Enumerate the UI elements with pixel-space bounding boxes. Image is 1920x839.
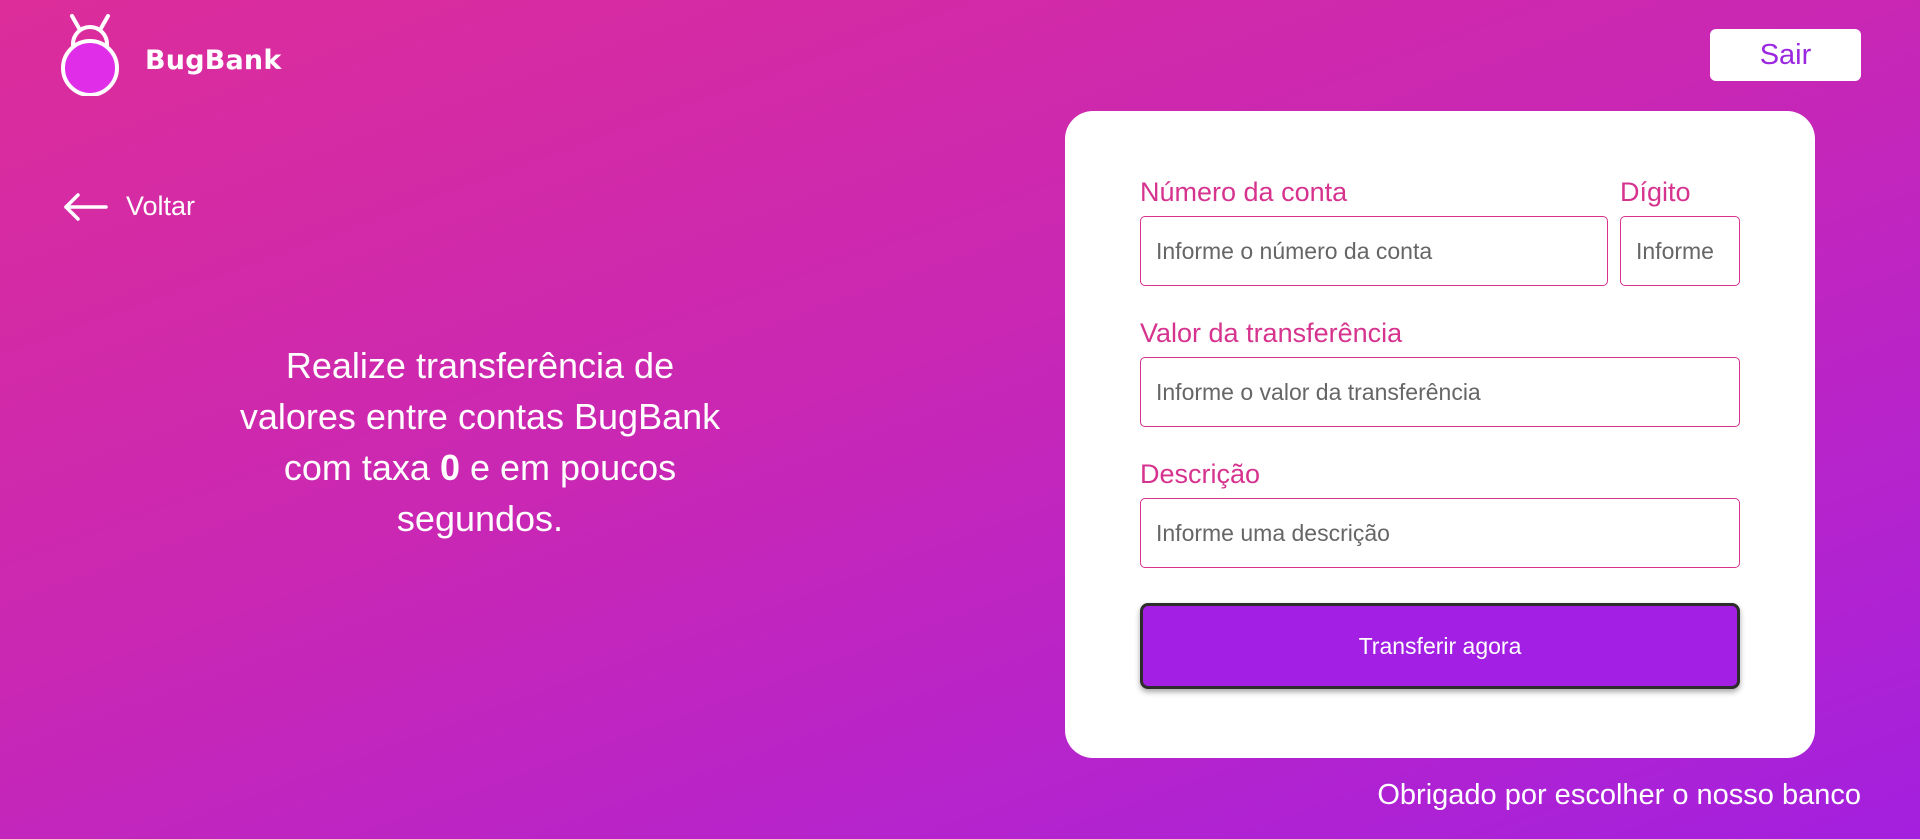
- arrow-left-icon: [64, 192, 108, 221]
- logout-button[interactable]: Sair: [1710, 29, 1861, 81]
- digit-label: Dígito: [1620, 177, 1691, 207]
- footer-text: Obrigado por escolher o nosso banco: [1377, 779, 1861, 811]
- amount-input[interactable]: [1140, 357, 1740, 427]
- account-number-label: Número da conta: [1140, 177, 1348, 207]
- description-label: Descrição: [1140, 459, 1261, 489]
- digit-input[interactable]: [1620, 216, 1740, 286]
- transfer-now-button[interactable]: Transferir agora: [1140, 603, 1740, 689]
- hero-text: Realize transferência de valores entre c…: [230, 340, 730, 544]
- transfer-form-card: Número da conta Dígito Valor da transfer…: [1065, 111, 1815, 758]
- bug-icon: [61, 14, 119, 96]
- amount-label: Valor da transferência: [1140, 318, 1403, 348]
- hero-text-bold: 0: [439, 447, 460, 488]
- back-label: Voltar: [126, 191, 196, 221]
- description-input[interactable]: [1140, 498, 1740, 568]
- app-logo: BugBank: [58, 12, 282, 96]
- account-number-input[interactable]: [1140, 216, 1608, 286]
- back-link[interactable]: Voltar: [62, 191, 195, 222]
- app-name: BugBank: [145, 44, 282, 76]
